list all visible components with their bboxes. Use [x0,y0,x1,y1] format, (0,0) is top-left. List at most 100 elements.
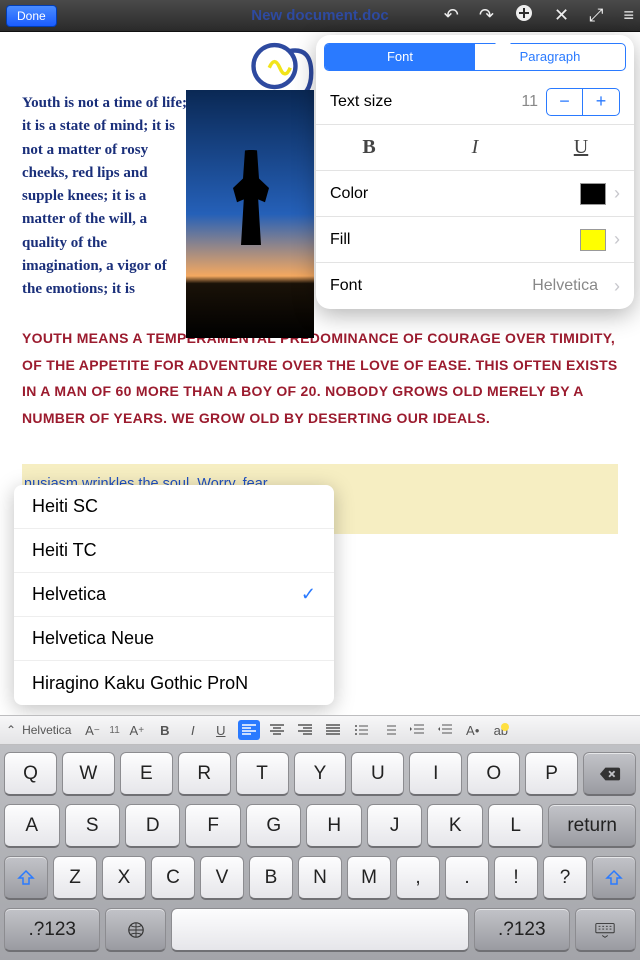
numkey[interactable]: .?123 [4,908,100,952]
key-J[interactable]: J [367,804,422,848]
key-Q[interactable]: Q [4,752,57,796]
paragraph-1: Youth is not a time of life; it is a sta… [22,92,190,301]
key-Z[interactable]: Z [53,856,97,900]
font-option[interactable]: Hiragino Kaku Gothic ProN [14,661,334,705]
color-label: Color [330,185,580,203]
font-option[interactable]: Helvetica Neue [14,617,334,661]
text-size-value: 11 [521,93,538,111]
key-U[interactable]: U [351,752,404,796]
font-list-popup: Heiti SCHeiti TCHelvetica✓Helvetica Neue… [14,485,334,705]
underline-button[interactable]: U [210,720,232,740]
list-number-button[interactable] [378,720,400,740]
key-H[interactable]: H [306,804,361,848]
key-?[interactable]: ? [543,856,587,900]
hide-keyboard-key[interactable] [575,908,636,952]
key-,[interactable]: , [396,856,440,900]
text-size-row: Text size 11 − + [316,79,634,125]
shift-key[interactable] [592,856,636,900]
chevron-right-icon: › [614,229,620,250]
key-V[interactable]: V [200,856,244,900]
format-bar-size: 11 [109,725,119,736]
fill-swatch [580,229,606,251]
text-color-button[interactable]: A● [462,720,484,740]
indent-button[interactable] [434,720,456,740]
italic-button[interactable]: I [422,125,528,170]
bold-button[interactable]: B [154,720,176,740]
key-I[interactable]: I [409,752,462,796]
key-A[interactable]: A [4,804,59,848]
tools-icon[interactable]: ✕ [554,5,569,26]
key-P[interactable]: P [525,752,578,796]
key-M[interactable]: M [347,856,391,900]
align-left-button[interactable] [238,720,260,740]
tab-paragraph[interactable]: Paragraph [475,44,625,70]
key-F[interactable]: F [185,804,240,848]
backspace-key[interactable] [583,752,636,796]
size-plus-button[interactable]: + [583,89,619,115]
bold-button[interactable]: B [316,125,422,170]
align-justify-button[interactable] [322,720,344,740]
fullscreen-icon[interactable]: ⤢ [589,5,603,26]
key-K[interactable]: K [427,804,482,848]
key-N[interactable]: N [298,856,342,900]
expand-icon[interactable]: ⌃ [6,723,16,737]
increase-size-button[interactable]: A+ [126,720,148,740]
key-X[interactable]: X [102,856,146,900]
list-bullet-button[interactable] [350,720,372,740]
format-bar-fontname[interactable]: Helvetica [22,723,71,737]
numkey[interactable]: .?123 [474,908,570,952]
key-D[interactable]: D [125,804,180,848]
undo-icon[interactable]: ↶ [444,5,459,26]
size-minus-button[interactable]: − [547,89,583,115]
key-G[interactable]: G [246,804,301,848]
font-row-value: Helvetica [532,277,598,295]
key-![interactable]: ! [494,856,538,900]
key-.[interactable]: . [445,856,489,900]
font-option[interactable]: Helvetica✓ [14,573,334,617]
color-swatch [580,183,606,205]
decrease-size-button[interactable]: A− [81,720,103,740]
font-row[interactable]: Font Helvetica › [316,263,634,309]
done-button[interactable]: Done [6,5,57,27]
align-right-button[interactable] [294,720,316,740]
fill-label: Fill [330,231,580,249]
key-E[interactable]: E [120,752,173,796]
check-icon: ✓ [301,584,316,605]
highlight-button[interactable]: ab [490,720,512,740]
biu-row: B I U [316,125,634,171]
font-option[interactable]: Heiti TC [14,529,334,573]
italic-button[interactable]: I [182,720,204,740]
shift-key[interactable] [4,856,48,900]
key-R[interactable]: R [178,752,231,796]
font-row-label: Font [330,277,532,295]
chevron-right-icon: › [614,276,620,297]
inline-photo [186,90,314,338]
fill-row[interactable]: Fill › [316,217,634,263]
key-S[interactable]: S [65,804,120,848]
underline-button[interactable]: U [528,125,634,170]
key-B[interactable]: B [249,856,293,900]
space-key[interactable] [171,908,468,952]
text-size-label: Text size [330,93,521,111]
key-W[interactable]: W [62,752,115,796]
key-O[interactable]: O [467,752,520,796]
redo-icon[interactable]: ↷ [479,5,494,26]
return-key[interactable]: return [548,804,636,848]
key-C[interactable]: C [151,856,195,900]
keyboard: QWERTYUIOP ASDFGHJKLreturn ZXCVBNM,.!? .… [0,745,640,960]
globe-key[interactable] [105,908,166,952]
key-L[interactable]: L [488,804,543,848]
chevron-right-icon: › [614,183,620,204]
format-popover: Font Paragraph Text size 11 − + B I U Co… [316,35,634,309]
font-option[interactable]: Heiti SC [14,485,334,529]
outdent-button[interactable] [406,720,428,740]
segmented-control: Font Paragraph [324,43,626,71]
align-center-button[interactable] [266,720,288,740]
format-bar: ⌃ Helvetica A− 11 A+ B I U A● ab [0,715,640,745]
add-icon[interactable] [514,3,534,28]
tab-font[interactable]: Font [325,44,475,70]
menu-icon[interactable]: ≡ [623,5,634,26]
key-Y[interactable]: Y [294,752,347,796]
key-T[interactable]: T [236,752,289,796]
color-row[interactable]: Color › [316,171,634,217]
